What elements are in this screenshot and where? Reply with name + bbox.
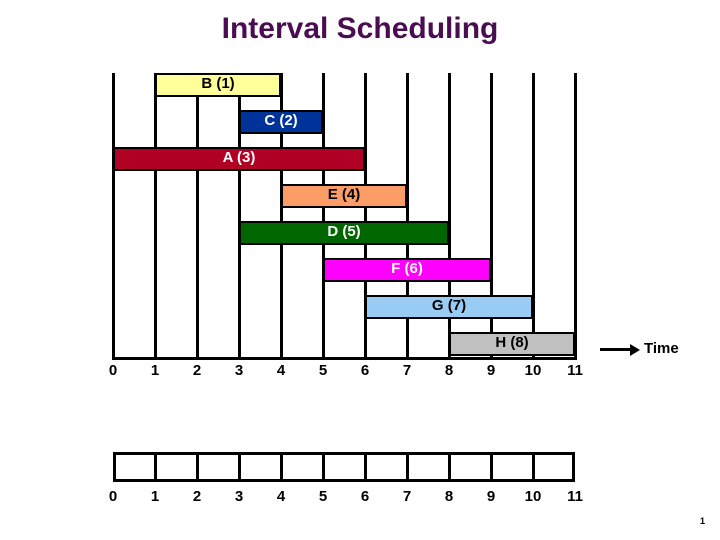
bottom-divider-t4 — [280, 452, 283, 482]
bottom-tick-label-11: 11 — [567, 488, 583, 505]
bottom-tick-label-2: 2 — [192, 488, 202, 505]
bottom-divider-t10 — [532, 452, 535, 482]
bottom-tick-label-1: 1 — [150, 488, 160, 505]
bottom-tick-label-8: 8 — [444, 488, 454, 505]
bottom-divider-t8 — [448, 452, 451, 482]
bottom-tick-label-10: 10 — [524, 488, 542, 505]
page-number: 1 — [700, 516, 706, 526]
bottom-divider-t1 — [154, 452, 157, 482]
bottom-timeline-grid — [113, 452, 575, 482]
bottom-divider-t6 — [364, 452, 367, 482]
bottom-divider-t9 — [490, 452, 493, 482]
bottom-tick-label-3: 3 — [234, 488, 244, 505]
bottom-tick-label-7: 7 — [402, 488, 412, 505]
bottom-tick-label-6: 6 — [360, 488, 370, 505]
bottom-tick-label-9: 9 — [486, 488, 496, 505]
bottom-divider-t3 — [238, 452, 241, 482]
bottom-divider-t5 — [322, 452, 325, 482]
bottom-tick-label-4: 4 — [276, 488, 286, 505]
bottom-tick-label-5: 5 — [318, 488, 328, 505]
bottom-timeline: 0 1 2 3 4 5 6 7 8 9 10 11 — [0, 0, 720, 540]
slide-canvas: Interval Scheduling B (1) C (2) A (3) E (4)… — [0, 0, 720, 540]
bottom-divider-t7 — [406, 452, 409, 482]
bottom-divider-t2 — [196, 452, 199, 482]
bottom-tick-label-0: 0 — [108, 488, 118, 505]
